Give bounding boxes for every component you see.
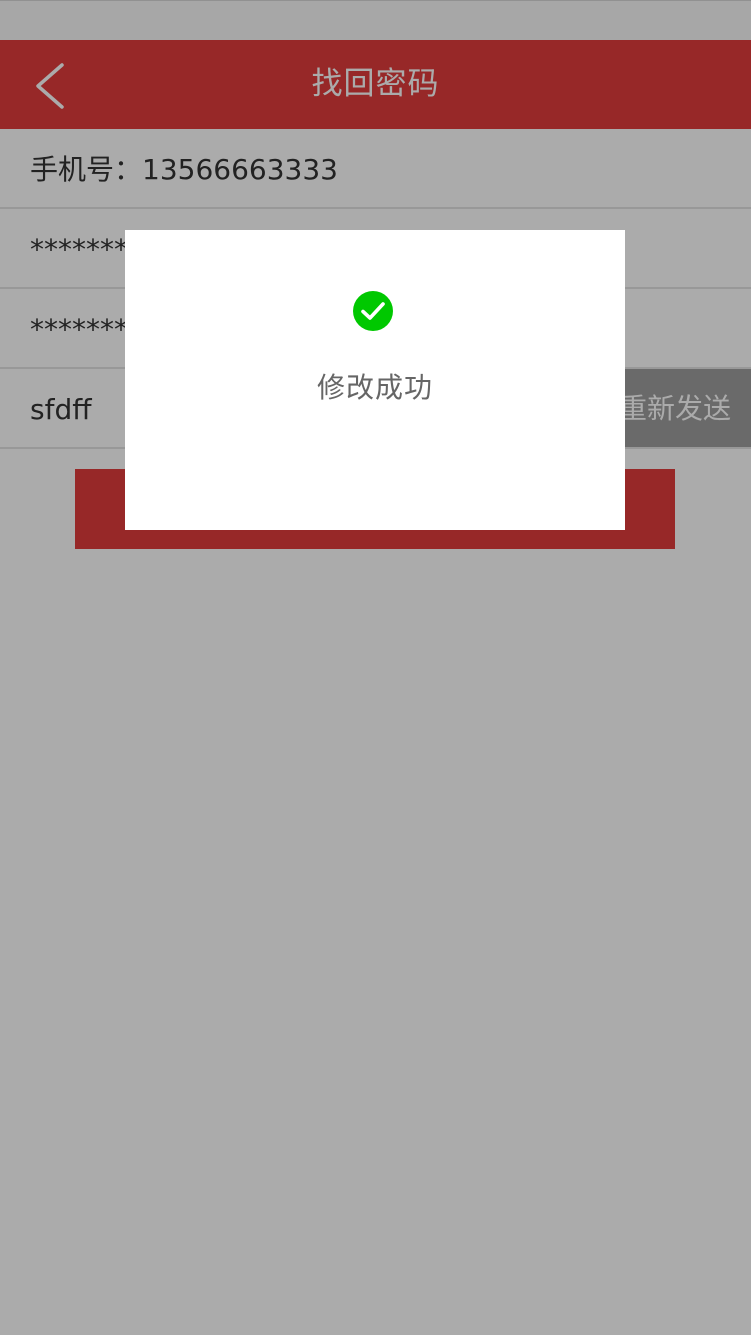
check-circle-icon <box>352 290 394 332</box>
success-message: 修改成功 <box>316 371 433 404</box>
find-password-page: 找回密码 手机号：13566663333 ******* ******* sfd… <box>0 0 751 1335</box>
modal-overlay[interactable] <box>0 0 751 1335</box>
success-dialog: 修改成功 <box>125 230 625 530</box>
